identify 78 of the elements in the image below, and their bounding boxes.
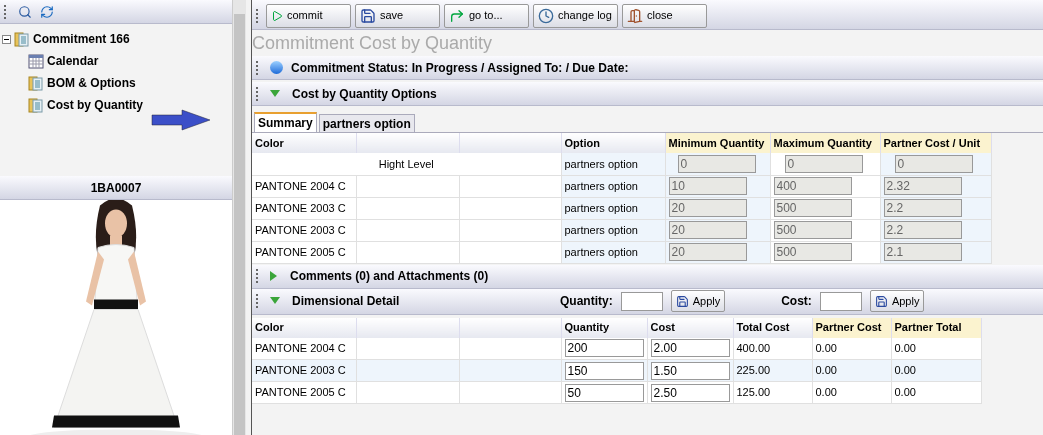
column-header: Total Cost <box>733 317 812 338</box>
calendar-icon <box>28 53 44 69</box>
toolbar-button[interactable]: change log <box>533 3 618 28</box>
column-header: Minimum Quantity <box>665 133 770 153</box>
apply-button[interactable]: Apply <box>869 290 925 312</box>
toolbar-button[interactable]: close <box>622 3 707 28</box>
column-header: Partner Cost / Unit <box>880 133 992 153</box>
search-icon[interactable] <box>18 4 32 19</box>
cost-field[interactable] <box>819 291 862 311</box>
table-cell: PANTONE 2005 C <box>252 241 356 263</box>
table-cell: PANTONE 2003 C <box>252 219 356 241</box>
quantity-field[interactable]: 50 <box>564 383 644 402</box>
column-header: Cost <box>647 317 733 338</box>
cost-field[interactable]: 2.50 <box>650 383 730 402</box>
cost-label: Cost: <box>781 293 812 310</box>
table-cell: partners option <box>561 153 665 175</box>
table-row[interactable]: PANTONE 2005 C 50 2.50 125.00 0.00 0.00 <box>252 381 982 404</box>
column-header: Quantity <box>561 317 647 338</box>
arrow-icon <box>449 7 465 24</box>
quantity-field[interactable] <box>620 291 663 311</box>
tree-item[interactable]: BOM & Options <box>47 74 136 92</box>
toolbar-button[interactable]: commit <box>266 3 351 28</box>
table-cell: 225.00 <box>733 359 812 382</box>
apply-button[interactable]: Apply <box>670 290 726 312</box>
section-title: Comments (0) and Attachments (0) <box>290 268 489 285</box>
quantity-label: Quantity: <box>560 293 613 310</box>
table-cell: PANTONE 2005 C <box>252 381 356 404</box>
column-header: Maximum Quantity <box>770 133 880 153</box>
page-title: Commitment Cost by Quantity <box>252 32 494 55</box>
clock-icon <box>538 7 554 24</box>
table-cell: 0.00 <box>891 337 982 360</box>
table-cell: 0.00 <box>891 359 982 382</box>
table-cell: PANTONE 2003 C <box>252 359 356 382</box>
expanded-triangle-icon[interactable] <box>270 89 280 98</box>
door-icon <box>627 7 643 24</box>
column-header: Color <box>252 317 356 338</box>
expanded-triangle-icon[interactable] <box>270 297 280 305</box>
document-folder-icon <box>14 31 30 47</box>
table-cell: Hight Level <box>378 157 434 170</box>
collapsed-triangle-icon[interactable] <box>270 271 278 281</box>
refresh-icon[interactable] <box>40 4 54 19</box>
scrollbar[interactable] <box>232 0 246 435</box>
tab[interactable]: Summary <box>254 112 317 132</box>
table-cell: 0.00 <box>812 381 891 404</box>
toolbar-button[interactable]: go to... <box>444 3 529 28</box>
tab[interactable]: partners option <box>318 114 415 132</box>
table-cell: 125.00 <box>733 381 812 404</box>
column-header: Partner Total <box>891 317 982 338</box>
toolbar-button[interactable]: save <box>355 3 440 28</box>
quantity-field[interactable]: 200 <box>564 339 644 358</box>
quantity-field[interactable]: 150 <box>564 361 644 380</box>
cost-field[interactable]: 2.00 <box>650 339 730 358</box>
table-row[interactable]: PANTONE 2004 C 200 2.00 400.00 0.00 0.00 <box>252 337 982 360</box>
tree-item[interactable]: Calendar <box>47 52 99 70</box>
tree-toggle-icon[interactable] <box>2 34 11 44</box>
column-header: Partner Cost <box>812 317 891 338</box>
panel-title: 1BA0007 <box>90 179 142 197</box>
table-cell: 0.00 <box>891 381 982 404</box>
section-title: Commitment Status: In Progress / Assigned To: / Due Date: <box>291 59 629 77</box>
document-folder-icon <box>28 75 44 91</box>
column-header: Option <box>561 133 665 153</box>
table-cell: 400.00 <box>733 337 812 360</box>
table-row[interactable]: PANTONE 2003 C 150 1.50 225.00 0.00 0.00 <box>252 359 982 382</box>
table-cell: PANTONE 2003 C <box>252 197 356 219</box>
table-cell: 0.00 <box>812 359 891 382</box>
column-header: Color <box>252 133 356 153</box>
tree-item[interactable]: Cost by Quantity <box>47 96 143 114</box>
tree-item[interactable]: Commitment 166 <box>33 30 130 48</box>
arrow-icon <box>151 109 211 131</box>
table-cell: PANTONE 2004 C <box>252 337 356 360</box>
table-cell: 0.00 <box>812 337 891 360</box>
section-title: Cost by Quantity Options <box>292 85 437 103</box>
play-icon <box>271 9 283 22</box>
document-folder-icon <box>28 97 44 113</box>
status-icon <box>270 61 283 74</box>
table-cell: PANTONE 2004 C <box>252 175 356 197</box>
section-title: Dimensional Detail <box>292 293 401 310</box>
cost-field[interactable]: 1.50 <box>650 361 730 380</box>
